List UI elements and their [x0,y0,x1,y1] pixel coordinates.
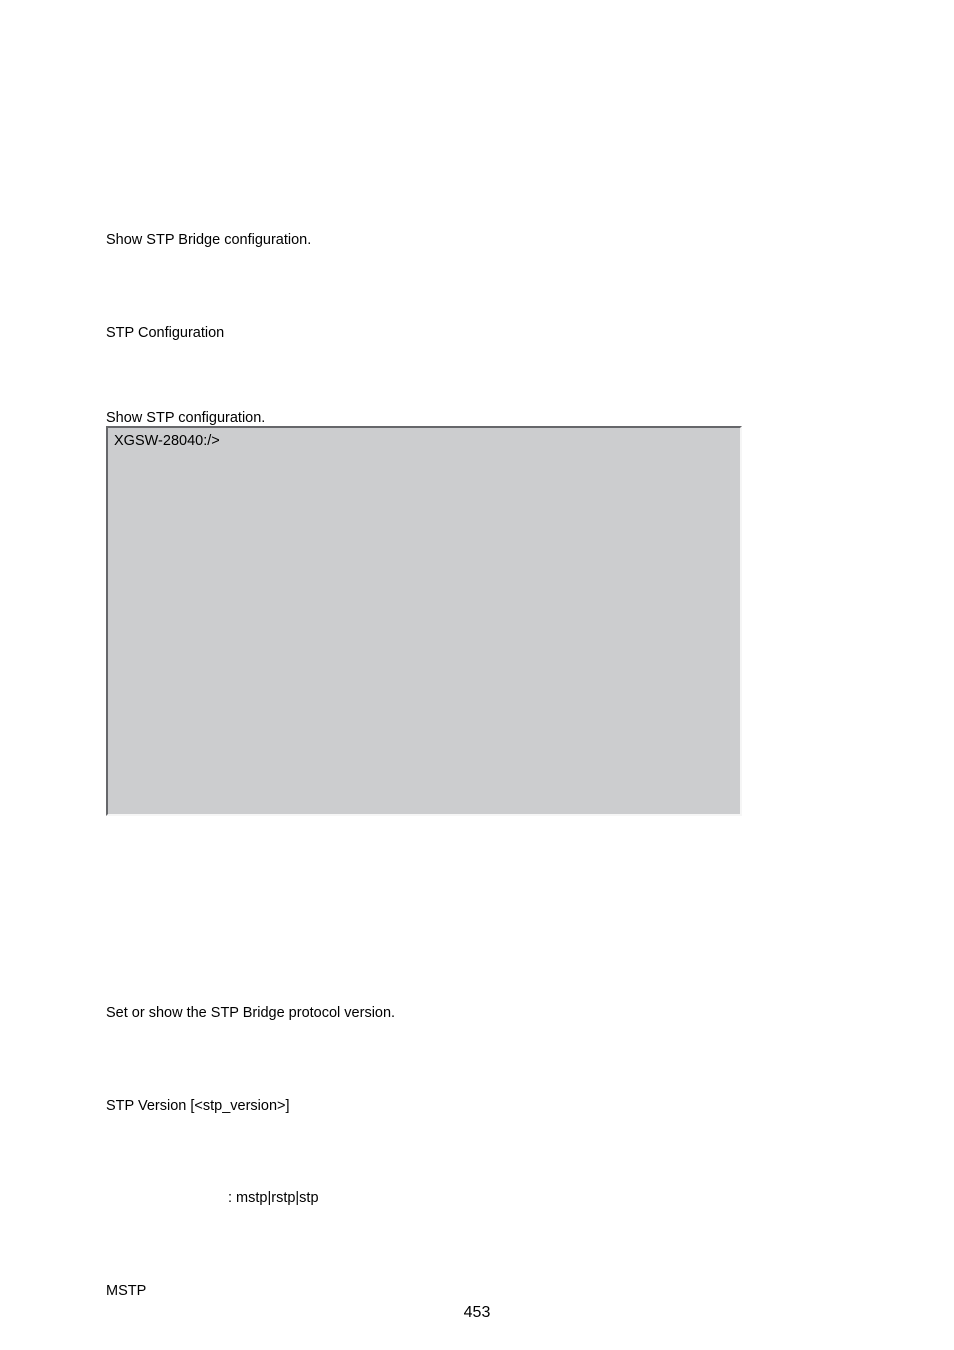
text-stp-configuration: STP Configuration [106,325,224,342]
text-show-bridge: Show STP Bridge configuration. [106,232,311,249]
page-number: 453 [0,1304,954,1322]
text-mstp: MSTP [106,1283,146,1300]
text-set-or-show: Set or show the STP Bridge protocol vers… [106,1005,395,1022]
code-prompt: XGSW-28040:/> [114,433,220,449]
code-box: XGSW-28040:/> [106,426,742,816]
text-stp-version-syntax: STP Version [<stp_version>] [106,1098,290,1115]
text-stp-version-values: : mstp|rstp|stp [228,1190,319,1207]
text-show-configuration: Show STP configuration. [106,410,265,427]
page-content: Show STP Bridge configuration. STP Confi… [106,0,848,1350]
